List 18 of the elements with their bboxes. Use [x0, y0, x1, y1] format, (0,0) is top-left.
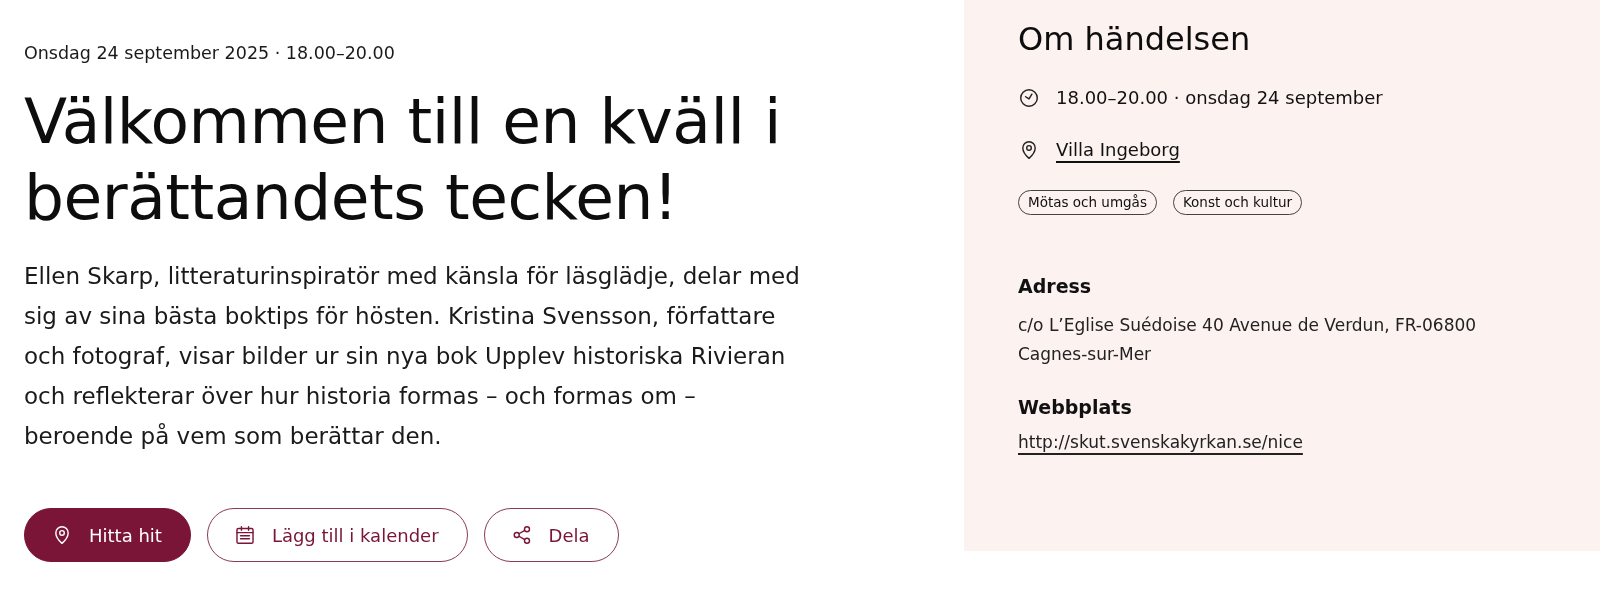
website-link[interactable]: http://skut.svenskakyrkan.se/nice	[1018, 428, 1303, 456]
calendar-icon	[235, 526, 254, 544]
share-icon	[512, 526, 531, 544]
address-label: Adress	[1018, 274, 1092, 299]
clock-icon	[1020, 89, 1038, 107]
website-label: Webbplats	[1018, 395, 1132, 420]
event-date-time: Onsdag 24 september 2025 · 18.00–20.00	[24, 42, 395, 65]
map-pin-icon	[1020, 141, 1038, 159]
location-link[interactable]: Villa Ingeborg	[1056, 136, 1180, 164]
event-time: 18.00–20.00 · onsdag 24 september	[1056, 86, 1383, 110]
directions-button[interactable]: Hitta hit	[24, 508, 191, 562]
panel-heading: Om händelsen	[1018, 19, 1251, 59]
event-title: Välkommen till en kväll i berättandets tecken!	[24, 84, 782, 236]
map-pin-icon	[53, 526, 71, 544]
share-button[interactable]: Dela	[483, 508, 619, 562]
event-description: Ellen Skarp, litteraturinspiratör med känsla för läsglädje, delar med sig av sina bästa boktips för hösten. Kristina Svensson, författare och fotograf, visar bilder ur sin nya bok Upplev historiska Rivieran och reflekterar över hur historia formas – och formas om – beroende på vem som berättar den.	[24, 262, 801, 451]
address-text: c/o L’Eglise Suédoise 40 Avenue de Verdun, FR-06800 Cagnes-sur-Mer	[1018, 314, 1478, 366]
add-to-calendar-button[interactable]: Lägg till i kalender	[206, 508, 468, 562]
